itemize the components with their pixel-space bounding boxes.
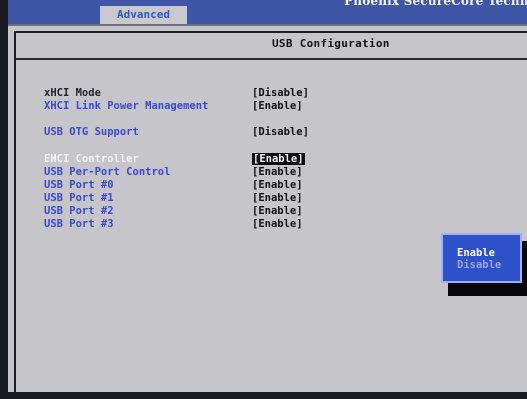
setting-value-xhci-link-power[interactable]: [Enable] — [252, 100, 303, 113]
option-popup: Enable Disable — [441, 233, 522, 283]
setting-label-ehci-controller[interactable]: EHCI Controller — [44, 153, 139, 166]
setting-label-usb-per-port[interactable]: USB Per-Port Control — [44, 166, 170, 179]
menu-divider — [8, 24, 527, 26]
setting-value-usb-otg[interactable]: [Disable] — [252, 126, 309, 139]
setting-value-usb-port-1[interactable]: [Enable] — [252, 192, 303, 205]
setting-value-ehci-controller[interactable]: [Enable] — [252, 153, 305, 166]
page-title: USB Configuration — [272, 37, 390, 50]
vendor-banner: Phoenix SecureCore Techno — [344, 0, 527, 8]
setting-label-usb-port-3[interactable]: USB Port #3 — [44, 218, 114, 231]
setting-label-usb-port-2[interactable]: USB Port #2 — [44, 205, 114, 218]
setting-value-xhci-mode[interactable]: [Disable] — [252, 87, 309, 100]
setting-value-usb-per-port[interactable]: [Enable] — [252, 166, 303, 179]
popup-option-enable[interactable]: Enable — [457, 247, 495, 259]
setting-label-xhci-mode[interactable]: xHCI Mode — [44, 87, 101, 100]
menu-bar: Phoenix SecureCore Techno Advanced — [8, 0, 527, 24]
title-divider — [16, 58, 527, 60]
setting-label-xhci-link-power[interactable]: XHCI Link Power Management — [44, 100, 208, 113]
tab-advanced[interactable]: Advanced — [100, 6, 187, 24]
setting-label-usb-port-1[interactable]: USB Port #1 — [44, 192, 114, 205]
popup-option-disable[interactable]: Disable — [457, 259, 501, 271]
setting-value-usb-port-2[interactable]: [Enable] — [252, 205, 303, 218]
setting-value-usb-port-3[interactable]: [Enable] — [252, 218, 303, 231]
selected-value-highlight[interactable]: [Enable] — [252, 153, 305, 165]
setting-label-usb-port-0[interactable]: USB Port #0 — [44, 179, 114, 192]
setting-label-usb-otg[interactable]: USB OTG Support — [44, 126, 139, 139]
setting-value-usb-port-0[interactable]: [Enable] — [252, 179, 303, 192]
bios-screen: Phoenix SecureCore Techno Advanced USB C… — [8, 0, 527, 392]
